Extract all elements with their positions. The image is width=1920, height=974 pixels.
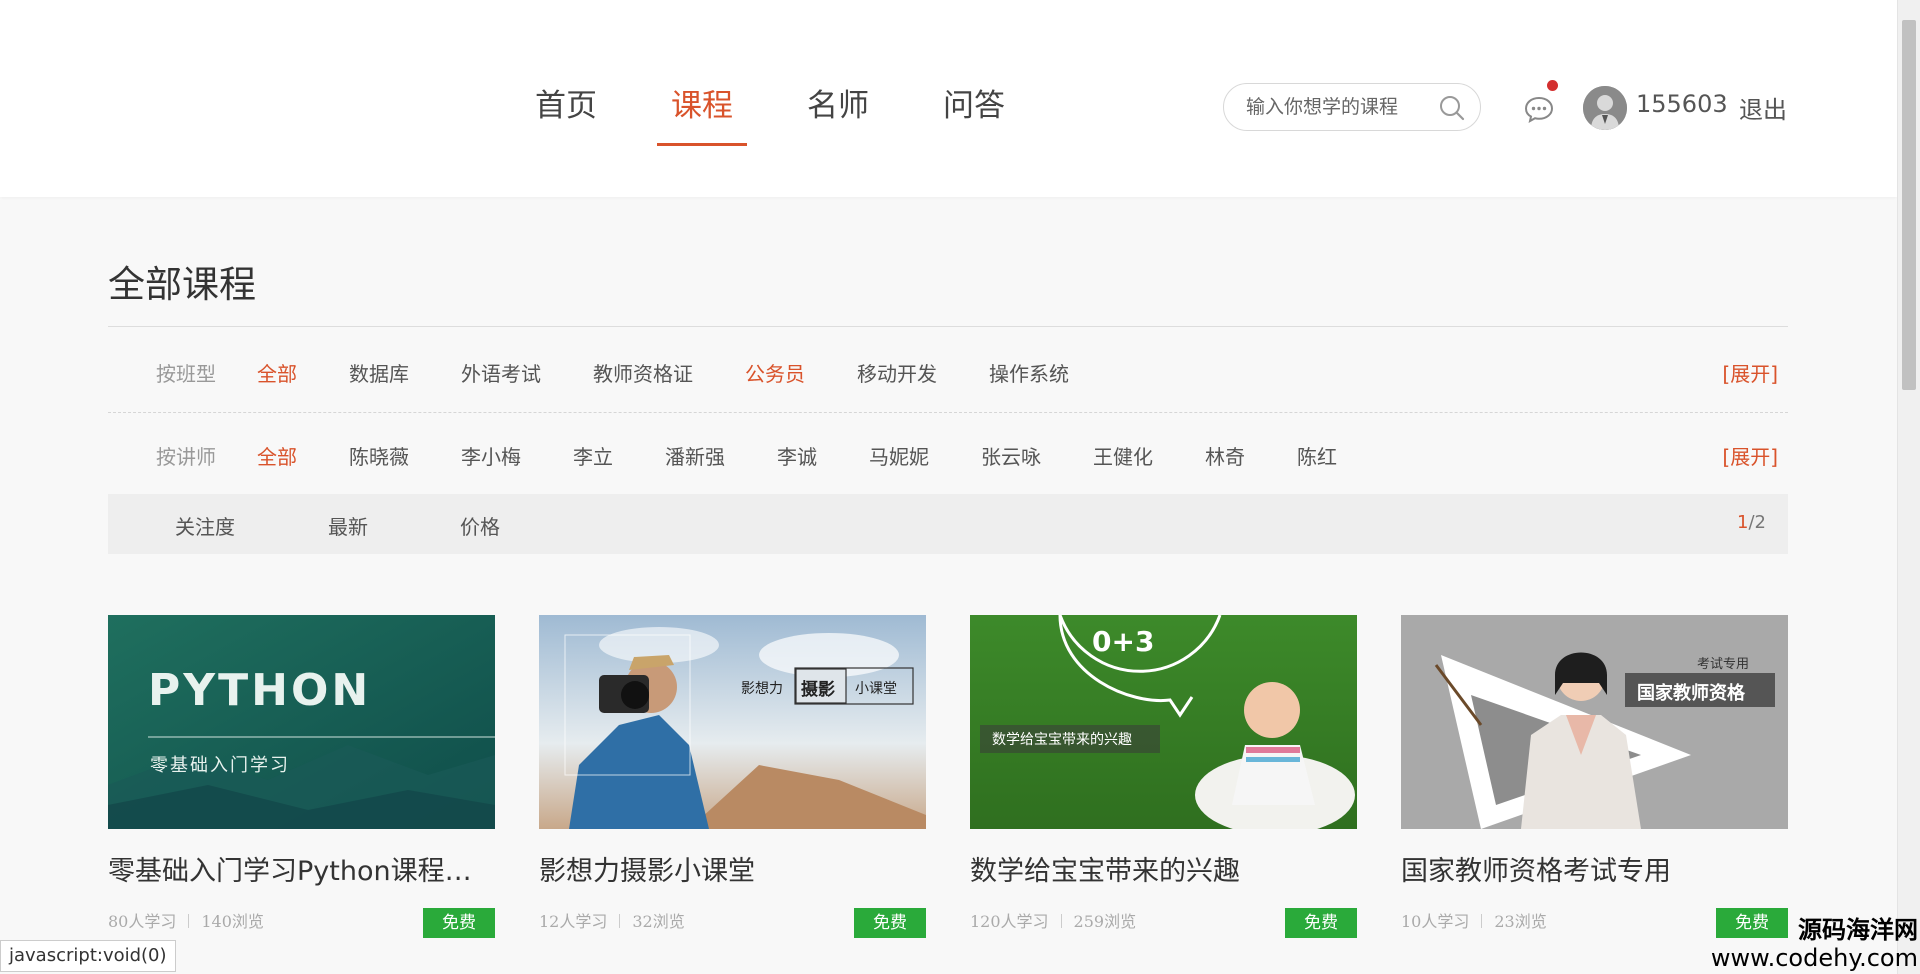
filter-option[interactable]: 李诚 (777, 441, 817, 470)
logout-link[interactable]: 退出 (1739, 90, 1787, 125)
course-card[interactable]: 0+3 数学给宝宝带来的兴趣 数学给宝宝带来的兴趣 120人学习 259浏览 免费 (970, 615, 1357, 938)
filter-label: 按班型 (156, 362, 216, 386)
course-title[interactable]: 影想力摄影小课堂 (539, 849, 926, 888)
scrollbar-thumb[interactable] (1902, 20, 1916, 390)
filter-option[interactable]: 外语考试 (461, 358, 541, 387)
page-current: 1 (1737, 512, 1749, 533)
username[interactable]: 155603 (1636, 90, 1728, 118)
filter-option[interactable]: 操作系统 (989, 358, 1069, 387)
filter-option[interactable]: 李小梅 (461, 441, 521, 470)
main-nav: 首页 课程 名师 问答 (535, 80, 1079, 146)
thumbnail-text: 小课堂 (855, 681, 897, 697)
view-count: 32浏览 (632, 912, 685, 931)
filter-option[interactable]: 移动开发 (857, 358, 937, 387)
watermark-line: www.codehy.com (1710, 944, 1918, 972)
view-count: 23浏览 (1494, 912, 1547, 931)
filter-option[interactable]: 李立 (573, 441, 613, 470)
search-box (1223, 83, 1481, 131)
view-count: 140浏览 (201, 912, 264, 931)
nav-courses[interactable]: 课程 (657, 80, 747, 146)
thumbnail-text: 影想力 (741, 681, 783, 697)
filter-option[interactable]: 陈红 (1297, 441, 1337, 470)
watermark: 源码海洋网 www.codehy.com (1711, 916, 1918, 972)
filter-option[interactable]: 公务员 (745, 358, 805, 387)
course-title[interactable]: 国家教师资格考试专用 (1401, 849, 1788, 888)
course-card[interactable]: 影想力 摄影 小课堂 影想力摄影小课堂 12人学习 32浏览 免费 (539, 615, 926, 938)
avatar[interactable] (1583, 86, 1627, 130)
page-total: 2 (1754, 512, 1766, 533)
course-card[interactable]: PYTHON 零基础入门学习 零基础入门学习Python课程学习 80人学习 14… (108, 615, 495, 938)
filter-option[interactable]: 数据库 (349, 358, 409, 387)
divider (108, 326, 1788, 327)
filter-class-type: 按班型 全部 数据库 外语考试 教师资格证 公务员 移动开发 操作系统 [展开] (108, 331, 1788, 413)
thumbnail-text: 零基础入门学习 (150, 755, 290, 776)
learner-count: 80人学习 (108, 912, 177, 931)
learner-count: 12人学习 (539, 912, 608, 931)
learner-count: 120人学习 (970, 912, 1049, 931)
course-meta: 80人学习 140浏览 免费 (108, 908, 495, 938)
photography-cover-image (539, 615, 926, 829)
nav-qa[interactable]: 问答 (929, 80, 1019, 146)
free-badge: 免费 (854, 908, 926, 938)
filter-option[interactable]: 张云咏 (981, 441, 1041, 470)
course-thumbnail[interactable]: 考试专用 国家教师资格 (1401, 615, 1788, 829)
nav-teachers[interactable]: 名师 (793, 80, 883, 146)
thumbnail-text: 国家教师资格 (1637, 683, 1745, 704)
thumbnail-text: 考试专用 (1697, 657, 1750, 672)
user-icon (1583, 86, 1627, 130)
search-input[interactable] (1246, 96, 1446, 118)
filter-option[interactable]: 教师资格证 (593, 358, 693, 387)
filter-label: 按讲师 (156, 445, 216, 469)
filter-option[interactable]: 潘新强 (665, 441, 725, 470)
course-meta: 120人学习 259浏览 免费 (970, 908, 1357, 938)
expand-link[interactable]: [展开] (1722, 441, 1778, 470)
course-title[interactable]: 数学给宝宝带来的兴趣 (970, 849, 1357, 888)
course-thumbnail[interactable]: PYTHON 零基础入门学习 (108, 615, 495, 829)
message-icon[interactable] (1524, 95, 1554, 123)
notification-dot (1547, 80, 1558, 91)
filter-teacher: 按讲师 全部 陈晓薇 李小梅 李立 潘新强 李诚 马妮妮 张云咏 王健化 林奇 … (108, 414, 1788, 496)
course-thumbnail[interactable]: 0+3 数学给宝宝带来的兴趣 (970, 615, 1357, 829)
filter-option[interactable]: 林奇 (1205, 441, 1245, 470)
thumbnail-text: 0+3 (1092, 625, 1155, 658)
thumbnail-text: PYTHON (148, 665, 372, 716)
math-baby-cover-image (970, 615, 1357, 829)
free-badge: 免费 (1285, 908, 1357, 938)
thumbnail-text: 数学给宝宝带来的兴趣 (992, 732, 1132, 748)
filter-option[interactable]: 陈晓薇 (349, 441, 409, 470)
page-title: 全部课程 (108, 263, 256, 306)
course-card[interactable]: 考试专用 国家教师资格 国家教师资格考试专用 10人学习 23浏览 免费 (1401, 615, 1788, 938)
course-thumbnail[interactable]: 影想力 摄影 小课堂 (539, 615, 926, 829)
filter-option[interactable]: 全部 (257, 358, 297, 387)
sort-newest[interactable]: 最新 (328, 511, 368, 540)
browser-status-bar: javascript:void(0) (0, 940, 176, 972)
sort-popularity[interactable]: 关注度 (175, 511, 235, 540)
search-icon[interactable] (1438, 94, 1466, 122)
filter-option[interactable]: 王健化 (1093, 441, 1153, 470)
python-cover-image (108, 615, 495, 829)
free-badge: 免费 (423, 908, 495, 938)
sort-price[interactable]: 价格 (460, 511, 500, 540)
filter-options: 全部 数据库 外语考试 教师资格证 公务员 移动开发 操作系统 (257, 358, 1121, 387)
course-meta: 12人学习 32浏览 免费 (539, 908, 926, 938)
filter-options: 全部 陈晓薇 李小梅 李立 潘新强 李诚 马妮妮 张云咏 王健化 林奇 陈红 (257, 441, 1389, 470)
watermark-line: 源码海洋网 (1798, 916, 1918, 944)
page-indicator: 1/2 (1737, 512, 1766, 533)
filter-option[interactable]: 马妮妮 (869, 441, 929, 470)
vertical-scrollbar[interactable] (1897, 0, 1920, 974)
view-count: 259浏览 (1073, 912, 1137, 931)
thumbnail-text: 摄影 (801, 680, 835, 700)
learner-count: 10人学习 (1401, 912, 1470, 931)
sort-bar: 关注度 最新 价格 1/2 (108, 494, 1788, 554)
expand-link[interactable]: [展开] (1722, 358, 1778, 387)
filter-option[interactable]: 全部 (257, 441, 297, 470)
teacher-exam-cover-image (1401, 615, 1788, 829)
course-title[interactable]: 零基础入门学习Python课程学习 (108, 849, 495, 888)
site-header: 首页 课程 名师 问答 155603 退出 (0, 0, 1897, 197)
nav-home[interactable]: 首页 (521, 80, 611, 146)
